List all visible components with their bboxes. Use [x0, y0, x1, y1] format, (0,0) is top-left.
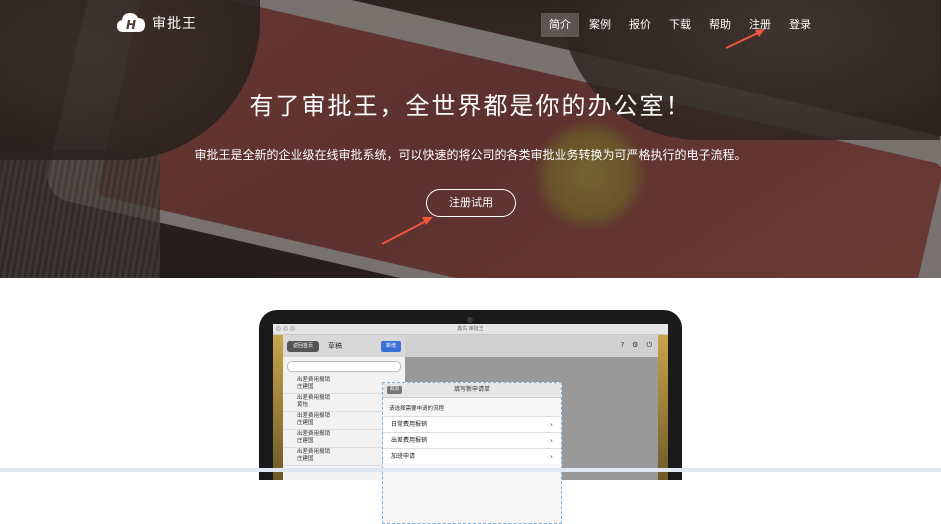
- header-icons: ? ⚙ ⏻: [620, 341, 652, 350]
- app-view: 返回首页 草稿 新增 出差费用报销 庄建国 出差费用报销 黄怡 出差费用报销 庄…: [273, 335, 668, 524]
- brand-name: 审批王: [152, 16, 197, 32]
- close-dot-icon: [276, 326, 281, 331]
- dialog-title: 填写新申请单: [453, 386, 490, 393]
- nav-item-intro[interactable]: 简介: [541, 13, 579, 37]
- drafts-title: 草稿: [328, 342, 342, 350]
- laptop-screen: 鑫鸟 审批王 返回首页 草稿 新增 出差费用报销 庄建国 出差费用报销 黄怡 出…: [273, 324, 668, 524]
- camera-icon: [467, 317, 473, 323]
- process-option[interactable]: 加班申请 ›: [383, 448, 561, 464]
- main-header: ? ⚙ ⏻: [405, 335, 658, 357]
- hero-subline: 审批王是全新的企业级在线审批系统，可以快速的将公司的各类审批业务转换为可严格执行…: [194, 148, 747, 162]
- dialog-hint: 请选择需要申请的流程: [389, 406, 445, 412]
- process-option-label: 出差费用报销: [391, 437, 428, 444]
- chevron-right-icon: ›: [549, 436, 553, 445]
- nav-item-cases[interactable]: 案例: [581, 13, 619, 37]
- cloud-h-logo-icon: H: [116, 10, 146, 36]
- settings-icon[interactable]: ⚙: [632, 341, 638, 350]
- new-request-dialog: 取消 填写新申请单 请选择需要申请的流程 日常费用报销 › 出差费用报销 › 加…: [382, 382, 562, 524]
- hero-headline: 有了审批王，全世界都是你的办公室！: [249, 92, 692, 120]
- process-option-label: 加班申请: [391, 453, 416, 460]
- hero-overlay: [0, 0, 941, 278]
- window-title: 鑫鸟 审批王: [457, 326, 484, 332]
- annotation-arrow-register-icon: [725, 29, 765, 49]
- register-trial-button[interactable]: 注册试用: [426, 189, 516, 217]
- help-icon[interactable]: ?: [620, 341, 624, 350]
- drafts-header: 返回首页 草稿 新增: [283, 335, 405, 357]
- brand-logo[interactable]: H 审批王: [116, 10, 197, 36]
- back-home-button[interactable]: 返回首页: [287, 341, 320, 352]
- chevron-right-icon: ›: [549, 452, 553, 461]
- laptop-mockup: 鑫鸟 审批王 返回首页 草稿 新增 出差费用报销 庄建国 出差费用报销 黄怡 出…: [259, 310, 682, 524]
- minimize-dot-icon: [283, 326, 288, 331]
- search-input[interactable]: [287, 361, 401, 372]
- process-option[interactable]: 出差费用报销 ›: [383, 432, 561, 448]
- new-button[interactable]: 新增: [380, 341, 401, 352]
- window-titlebar: 鑫鸟 审批王: [273, 324, 668, 335]
- ipad-frame-right: [658, 335, 668, 480]
- top-nav: 简介 案例 报价 下载 帮助 注册 登录: [541, 13, 821, 37]
- nav-item-download[interactable]: 下载: [661, 13, 699, 37]
- chevron-right-icon: ›: [549, 420, 553, 429]
- hero-banner: [0, 0, 941, 278]
- zoom-dot-icon: [290, 326, 295, 331]
- page-bottom-strip: [0, 468, 941, 472]
- dialog-header: 取消 填写新申请单: [383, 383, 561, 398]
- svg-text:H: H: [126, 18, 136, 32]
- ipad-frame-left: [273, 335, 283, 480]
- cancel-button[interactable]: 取消: [387, 386, 402, 394]
- process-option-label: 日常费用报销: [391, 421, 428, 428]
- process-option[interactable]: 日常费用报销 ›: [383, 416, 561, 432]
- annotation-arrow-cta-icon: [381, 217, 433, 245]
- nav-item-login[interactable]: 登录: [781, 13, 819, 37]
- window-controls: [276, 326, 295, 331]
- nav-item-pricing[interactable]: 报价: [621, 13, 659, 37]
- power-icon[interactable]: ⏻: [646, 341, 652, 350]
